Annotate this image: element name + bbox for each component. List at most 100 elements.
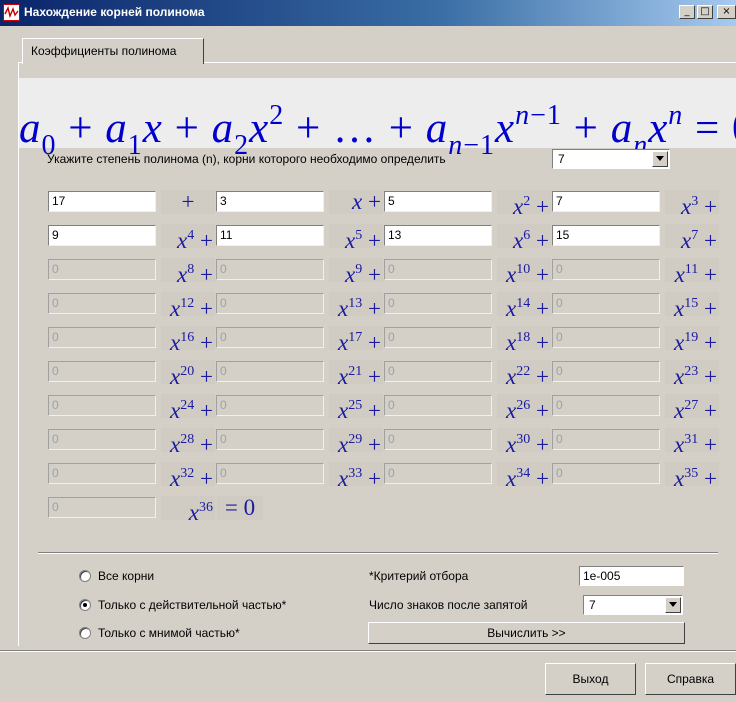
section-divider xyxy=(38,552,718,554)
equals-zero-label: = 0 xyxy=(217,496,263,520)
close-button[interactable]: × xyxy=(717,5,736,19)
coefficient-input: 0 xyxy=(384,327,492,348)
term-label: x18 + xyxy=(497,326,551,355)
term-label: x29 + xyxy=(329,428,383,457)
term-label: x10 + xyxy=(497,258,551,287)
coefficient-input[interactable]: 17 xyxy=(48,191,156,212)
label-all-roots: Все корни xyxy=(98,569,155,583)
term-label: x20 + xyxy=(161,360,215,389)
coefficient-input: 0 xyxy=(48,293,156,314)
term-label: x5 + xyxy=(329,224,383,253)
decimals-label: Число знаков после запятой xyxy=(369,598,528,612)
decimals-value: 7 xyxy=(589,598,596,612)
chevron-down-icon[interactable] xyxy=(665,597,681,613)
term-label: x30 + xyxy=(497,428,551,457)
term-label: x7 + xyxy=(665,224,719,253)
term-label: x23 + xyxy=(665,360,719,389)
coefficient-input: 0 xyxy=(48,361,156,382)
term-label: x12 + xyxy=(161,292,215,321)
coefficient-input: 0 xyxy=(552,463,660,484)
coefficient-input: 0 xyxy=(216,293,324,314)
coefficient-input: 0 xyxy=(216,395,324,416)
term-label: x22 + xyxy=(497,360,551,389)
coefficient-input: 0 xyxy=(216,259,324,280)
coefficient-input[interactable]: 5 xyxy=(384,191,492,212)
coefficient-input: 0 xyxy=(384,395,492,416)
criterion-input[interactable]: 1e-005 xyxy=(579,566,684,586)
term-label: x6 + xyxy=(497,224,551,253)
coefficient-input: 0 xyxy=(216,429,324,450)
help-button[interactable]: Справка xyxy=(645,663,736,695)
app-icon xyxy=(3,4,20,21)
coefficient-input: 0 xyxy=(216,327,324,348)
term-label: x27 + xyxy=(665,394,719,423)
radio-real-only[interactable] xyxy=(79,599,91,611)
criterion-label: *Критерий отбора xyxy=(369,569,469,583)
coefficient-input: 0 xyxy=(384,463,492,484)
coefficient-input: 0 xyxy=(216,361,324,382)
term-label: x19 + xyxy=(665,326,719,355)
coefficient-input[interactable]: 9 xyxy=(48,225,156,246)
coefficient-input: 0 xyxy=(48,327,156,348)
term-label: x21 + xyxy=(329,360,383,389)
term-label: x36 xyxy=(161,496,215,525)
label-imag-only: Только с мнимой частью* xyxy=(98,626,240,640)
term-label: x4 + xyxy=(161,224,215,253)
coefficient-input[interactable]: 11 xyxy=(216,225,324,246)
decimals-select[interactable]: 7 xyxy=(583,595,683,615)
coefficient-input[interactable]: 3 xyxy=(216,191,324,212)
term-label: x15 + xyxy=(665,292,719,321)
degree-prompt: Укажите степень полинома (n), корни кото… xyxy=(47,152,446,166)
compute-button[interactable]: Вычислить >> xyxy=(368,622,685,644)
radio-all-roots[interactable] xyxy=(79,570,91,582)
term-label: x16 + xyxy=(161,326,215,355)
term-label: x + xyxy=(329,190,383,214)
term-label: x31 + xyxy=(665,428,719,457)
coefficient-input: 0 xyxy=(48,463,156,484)
coefficient-input: 0 xyxy=(384,293,492,314)
title-bar[interactable]: Нахождение корней полинома _ □ × xyxy=(0,0,736,26)
degree-value: 7 xyxy=(558,152,565,166)
degree-select[interactable]: 7 xyxy=(552,149,670,169)
label-real-only: Только с действительной частью* xyxy=(98,598,287,612)
term-label: x11 + xyxy=(665,258,719,287)
app-window: Нахождение корней полинома _ □ × Коэффиц… xyxy=(0,0,736,702)
radio-imag-only[interactable] xyxy=(79,627,91,639)
coefficient-input: 0 xyxy=(48,395,156,416)
coefficient-input[interactable]: 13 xyxy=(384,225,492,246)
term-label: x24 + xyxy=(161,394,215,423)
tab-coefficients[interactable]: Коэффициенты полинома xyxy=(22,38,204,64)
term-label: x34 + xyxy=(497,462,551,491)
term-label: x2 + xyxy=(497,190,551,219)
term-label: x26 + xyxy=(497,394,551,423)
coefficient-input: 0 xyxy=(552,327,660,348)
coefficient-input: 0 xyxy=(216,463,324,484)
term-label: x14 + xyxy=(497,292,551,321)
coefficient-input[interactable]: 7 xyxy=(552,191,660,212)
coefficient-input: 0 xyxy=(552,395,660,416)
maximize-button[interactable]: □ xyxy=(697,5,713,19)
term-label: x9 + xyxy=(329,258,383,287)
term-label: x32 + xyxy=(161,462,215,491)
term-label: x35 + xyxy=(665,462,719,491)
term-label: x3 + xyxy=(665,190,719,219)
coefficient-input: 0 xyxy=(48,429,156,450)
polynomial-formula: a0 + a1x + a2x2 + … + an−1xn−1 + anxn = … xyxy=(19,100,736,161)
window-title: Нахождение корней полинома xyxy=(24,5,205,19)
term-label: + xyxy=(161,190,215,214)
coefficient-input: 0 xyxy=(552,361,660,382)
term-label: x17 + xyxy=(329,326,383,355)
tab-label: Коэффициенты полинома xyxy=(31,44,177,58)
minimize-button[interactable]: _ xyxy=(679,5,695,19)
term-label: x25 + xyxy=(329,394,383,423)
footer-divider xyxy=(0,650,736,652)
term-label: x13 + xyxy=(329,292,383,321)
chevron-down-icon[interactable] xyxy=(652,151,668,167)
coefficient-input: 0 xyxy=(48,497,156,518)
coefficient-input: 0 xyxy=(384,259,492,280)
exit-button[interactable]: Выход xyxy=(545,663,636,695)
coefficient-input: 0 xyxy=(48,259,156,280)
coefficient-input[interactable]: 15 xyxy=(552,225,660,246)
term-label: x28 + xyxy=(161,428,215,457)
coefficient-input: 0 xyxy=(552,429,660,450)
